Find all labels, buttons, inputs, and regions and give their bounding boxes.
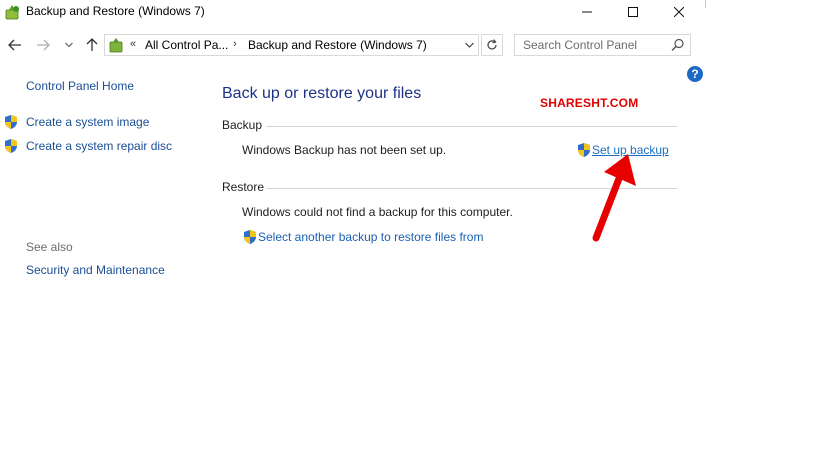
window-edge [705, 0, 706, 8]
page-title: Back up or restore your files [222, 85, 422, 102]
address-history-dropdown[interactable] [461, 38, 477, 52]
up-button[interactable] [83, 36, 101, 54]
search-input[interactable] [515, 35, 665, 55]
restore-section-heading: Restore [222, 180, 265, 194]
see-also-heading: See also [26, 240, 73, 254]
forward-arrow-icon [37, 39, 50, 51]
back-arrow-icon [8, 39, 21, 51]
close-button[interactable] [656, 0, 702, 24]
refresh-icon [487, 39, 497, 50]
refresh-button[interactable] [481, 34, 503, 56]
create-system-image-link[interactable]: Create a system image [26, 115, 149, 129]
uac-shield-icon [3, 138, 19, 154]
back-button[interactable] [6, 36, 24, 54]
address-overflow-chevron[interactable]: « [130, 38, 136, 50]
breadcrumb-separator[interactable]: › [233, 38, 237, 50]
chevron-down-icon [464, 42, 474, 48]
chevron-down-icon [65, 42, 73, 48]
address-bar[interactable]: « All Control Pa... › Backup and Restore… [104, 34, 479, 56]
title-bar: Backup and Restore (Windows 7) [0, 0, 705, 24]
backup-section-heading: Backup [222, 118, 263, 132]
forward-button[interactable] [34, 36, 52, 54]
security-and-maintenance-link[interactable]: Security and Maintenance [26, 263, 165, 277]
select-another-backup-link[interactable]: Select another backup to restore files f… [258, 230, 483, 244]
backup-divider [266, 126, 677, 127]
minimize-button[interactable] [564, 0, 610, 24]
uac-shield-icon [3, 114, 19, 130]
help-button[interactable]: ? [687, 66, 703, 82]
restore-status-text: Windows could not find a backup for this… [242, 205, 513, 219]
search-box[interactable] [514, 34, 691, 56]
red-annotation-arrow-icon [592, 154, 636, 242]
breadcrumb-backup-and-restore[interactable]: Backup and Restore (Windows 7) [248, 38, 427, 52]
recent-locations-button[interactable] [62, 36, 76, 54]
breadcrumb-all-control-panel[interactable]: All Control Pa... [145, 38, 228, 52]
control-panel-icon [108, 37, 126, 53]
up-arrow-icon [86, 38, 98, 51]
backup-status-text: Windows Backup has not been set up. [242, 143, 447, 157]
maximize-button[interactable] [610, 0, 656, 24]
uac-shield-icon [242, 229, 258, 245]
backup-restore-app-icon [5, 4, 21, 20]
window-title: Backup and Restore (Windows 7) [26, 4, 205, 18]
create-repair-disc-link[interactable]: Create a system repair disc [26, 139, 172, 153]
navigation-bar: « All Control Pa... › Backup and Restore… [0, 28, 705, 62]
search-icon[interactable] [671, 38, 685, 52]
watermark-text: SHARESHT.COM [540, 96, 639, 110]
control-panel-home-link[interactable]: Control Panel Home [26, 79, 134, 93]
